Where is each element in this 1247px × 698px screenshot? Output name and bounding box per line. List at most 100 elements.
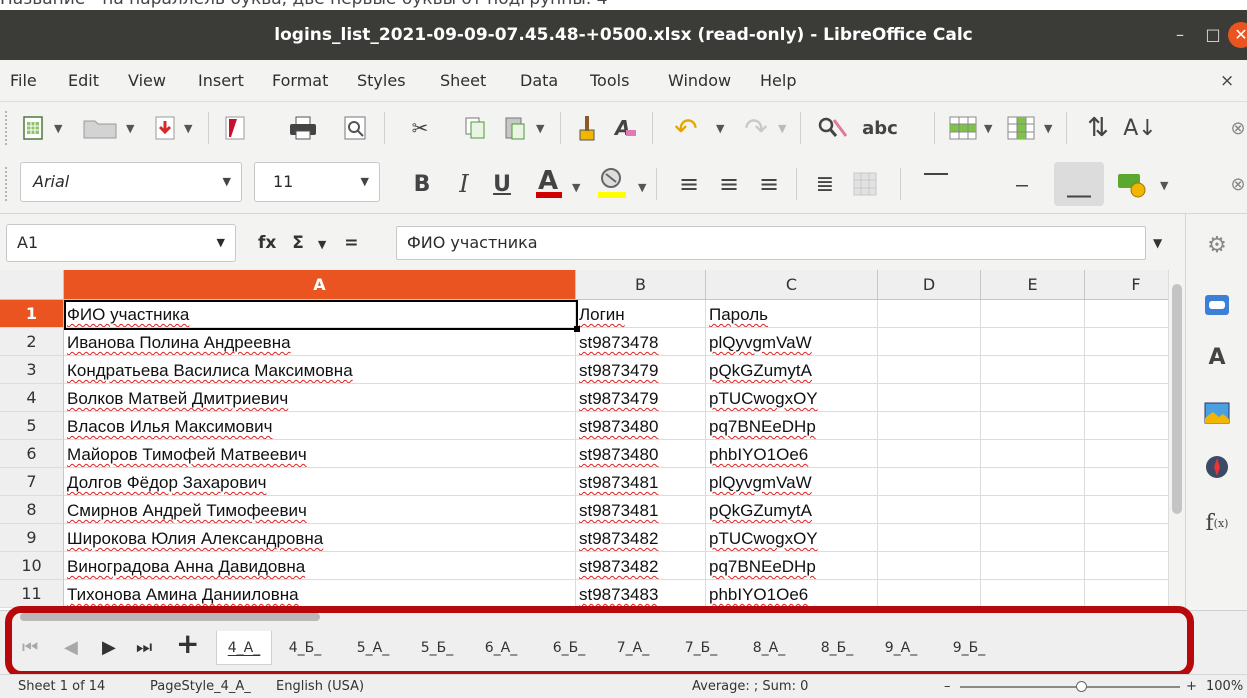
add-sheet-button[interactable]: + (176, 629, 199, 659)
align-center-icon[interactable]: ≡ (712, 166, 746, 202)
print-preview-icon[interactable] (340, 110, 370, 146)
cell[interactable]: phbIYO1Oe6 (706, 580, 878, 608)
cell[interactable]: Волков Матвей Дмитриевич (64, 384, 576, 412)
cell[interactable]: pq7BNEeDHp (706, 552, 878, 580)
spelling-icon[interactable]: abc (858, 110, 902, 146)
sheet-tab[interactable]: 6_А_ (472, 631, 530, 665)
align-left-icon[interactable]: ≡ (672, 166, 706, 202)
cell[interactable] (981, 524, 1085, 552)
cell[interactable] (981, 356, 1085, 384)
row-header[interactable]: 10 (0, 552, 64, 580)
cell[interactable]: st9873483 (576, 580, 706, 608)
toolbar-overflow-icon[interactable]: ⊗ (1228, 110, 1247, 146)
bold-button[interactable]: B (404, 166, 440, 202)
cell[interactable] (878, 384, 981, 412)
navigator-icon[interactable] (1200, 450, 1234, 484)
undo-icon[interactable]: ↶ (666, 110, 706, 146)
cell[interactable]: pQkGZumytA (706, 356, 878, 384)
cell[interactable]: Власов Илья Максимович (64, 412, 576, 440)
cell[interactable]: phbIYO1Oe6 (706, 440, 878, 468)
formula-equals-icon[interactable]: = (344, 233, 358, 253)
menu-styles[interactable]: Styles (357, 60, 406, 102)
menu-view[interactable]: View (128, 60, 166, 102)
sheet-tab[interactable]: 4_А_ (216, 631, 272, 665)
cell[interactable]: st9873482 (576, 552, 706, 580)
cell[interactable]: st9873479 (576, 384, 706, 412)
zoom-in-button[interactable]: + (1186, 677, 1197, 697)
row-header[interactable]: 11 (0, 580, 64, 608)
sheet-tab[interactable]: 7_А_ (604, 631, 662, 665)
cell[interactable]: Иванова Полина Андреевна (64, 328, 576, 356)
close-button[interactable]: ✕ (1228, 22, 1247, 48)
cell[interactable]: Виноградова Анна Давидовна (64, 552, 576, 580)
properties-panel-icon[interactable] (1200, 288, 1234, 322)
menu-format[interactable]: Format (272, 60, 328, 102)
clear-formatting-icon[interactable]: A (610, 110, 640, 146)
row-header[interactable]: 9 (0, 524, 64, 552)
sheet-tab[interactable]: 9_А_ (872, 631, 930, 665)
sheet-tab[interactable]: 5_А_ (344, 631, 402, 665)
page-style[interactable]: PageStyle_4_А_ (150, 677, 251, 697)
currency-dropdown-icon[interactable]: ▼ (1160, 179, 1168, 192)
cell[interactable]: st9873482 (576, 524, 706, 552)
cell[interactable] (878, 328, 981, 356)
column-dropdown-icon[interactable]: ▼ (1044, 122, 1052, 135)
font-size-dropdown-icon[interactable]: ▼ (361, 163, 369, 201)
font-name-box[interactable]: Arial ▼ (20, 162, 242, 202)
cell[interactable]: pQkGZumytA (706, 496, 878, 524)
cell[interactable]: pq7BNEeDHp (706, 412, 878, 440)
cell[interactable] (878, 468, 981, 496)
formula-expand-icon[interactable]: ▼ (1153, 226, 1162, 260)
cell[interactable]: Майоров Тимофей Матвеевич (64, 440, 576, 468)
cell[interactable]: pTUCwogxOY (706, 384, 878, 412)
sheet-tab[interactable]: 7_Б_ (672, 631, 730, 665)
column-header-d[interactable]: D (878, 270, 981, 300)
zoom-level[interactable]: 100% (1206, 677, 1243, 697)
underline-button[interactable]: U (484, 166, 520, 202)
merge-cells-icon[interactable] (848, 166, 882, 202)
menu-edit[interactable]: Edit (68, 60, 99, 102)
select-all-corner[interactable] (0, 270, 64, 300)
row-header[interactable]: 7 (0, 468, 64, 496)
row-header[interactable]: 8 (0, 496, 64, 524)
cell[interactable]: plQyvgmVaW (706, 328, 878, 356)
cell[interactable] (981, 580, 1085, 608)
cell[interactable] (981, 412, 1085, 440)
cell[interactable]: st9873481 (576, 468, 706, 496)
zoom-slider-knob[interactable] (1076, 681, 1087, 692)
cell[interactable] (878, 440, 981, 468)
zoom-slider[interactable] (960, 681, 1180, 692)
cell[interactable]: st9873480 (576, 440, 706, 468)
row-header[interactable]: 1 (0, 300, 64, 328)
cell[interactable] (878, 496, 981, 524)
first-sheet-icon[interactable]: ⏮ (22, 633, 38, 663)
font-color-icon[interactable]: A (530, 164, 568, 200)
column-header-c[interactable]: C (706, 270, 878, 300)
cell[interactable] (981, 552, 1085, 580)
cell[interactable]: Пароль (706, 300, 878, 328)
cell[interactable] (878, 524, 981, 552)
next-sheet-icon[interactable]: ▶ (102, 633, 116, 663)
functions-icon[interactable]: f (x) (1200, 506, 1234, 540)
spreadsheet-grid[interactable]: A B C D E F 1 ФИО участника Логин Пароль 2 Ив… (0, 270, 1185, 610)
cell[interactable] (878, 412, 981, 440)
sum-dropdown-icon[interactable]: ▼ (318, 238, 326, 251)
cell[interactable]: st9873480 (576, 412, 706, 440)
clone-formatting-icon[interactable] (572, 110, 602, 146)
cell[interactable]: Логин (576, 300, 706, 328)
previous-sheet-icon[interactable]: ◀ (64, 633, 78, 663)
cell[interactable]: Долгов Фёдор Захарович (64, 468, 576, 496)
cell[interactable]: pTUCwogxOY (706, 524, 878, 552)
redo-dropdown-icon[interactable]: ▼ (778, 122, 786, 135)
sheet-tab[interactable]: 8_Б_ (808, 631, 866, 665)
export-pdf-icon[interactable] (220, 110, 250, 146)
cell[interactable] (981, 384, 1085, 412)
menu-insert[interactable]: Insert (198, 60, 244, 102)
row-header[interactable]: 5 (0, 412, 64, 440)
cell[interactable]: Смирнов Андрей Тимофеевич (64, 496, 576, 524)
highlight-color-icon[interactable] (592, 164, 632, 200)
horizontal-scroll-thumb[interactable] (20, 613, 320, 621)
find-replace-icon[interactable] (812, 110, 852, 146)
cell[interactable]: st9873479 (576, 356, 706, 384)
new-spreadsheet-icon[interactable] (18, 110, 48, 146)
